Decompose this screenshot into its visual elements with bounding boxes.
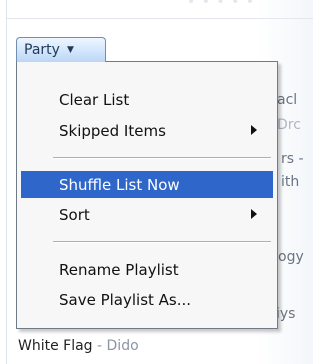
menu-item-rename-playlist[interactable]: Rename Playlist — [21, 256, 273, 283]
menu-item-label: Shuffle List Now — [59, 175, 180, 194]
playlist-track-item[interactable]: White Flag - Dido — [18, 338, 139, 354]
playlist-context-menu: Clear List Skipped Items Shuffle List No… — [16, 61, 278, 329]
background-text-fragment: iys — [276, 306, 296, 322]
background-text-fragment: Drc — [277, 117, 301, 133]
menu-item-shuffle-list-now[interactable]: Shuffle List Now — [21, 171, 273, 198]
menu-item-label: Clear List — [59, 90, 130, 109]
track-separator: - — [92, 338, 107, 354]
menu-item-sort[interactable]: Sort — [21, 201, 273, 228]
menu-item-clear-list[interactable]: Clear List — [21, 86, 273, 113]
track-title: White Flag — [18, 338, 93, 354]
menu-item-label: Skipped Items — [59, 121, 166, 140]
header-fade-text: • • • • • — [187, 0, 256, 10]
chevron-right-icon — [251, 209, 257, 219]
background-text-fragment: ith — [281, 174, 300, 190]
track-artist: Dido — [106, 338, 139, 354]
header-divider — [7, 18, 313, 19]
menu-item-skipped-items[interactable]: Skipped Items — [21, 117, 273, 144]
menu-item-save-playlist-as[interactable]: Save Playlist As... — [21, 286, 273, 313]
chevron-down-icon: ▼ — [66, 45, 74, 55]
background-text-fragment: rs - — [281, 151, 304, 167]
background-text-fragment: acl — [277, 92, 298, 108]
menu-item-label: Save Playlist As... — [59, 290, 192, 309]
menu-separator — [53, 241, 271, 243]
playlist-menu-button-label: Party — [24, 42, 60, 58]
menu-item-label: Rename Playlist — [59, 260, 179, 279]
menu-item-label: Sort — [59, 205, 90, 224]
background-text-fragment: ogy — [278, 249, 304, 265]
menu-separator — [53, 157, 271, 159]
chevron-right-icon — [251, 125, 257, 135]
playlist-menu-button[interactable]: Party ▼ — [16, 37, 106, 62]
